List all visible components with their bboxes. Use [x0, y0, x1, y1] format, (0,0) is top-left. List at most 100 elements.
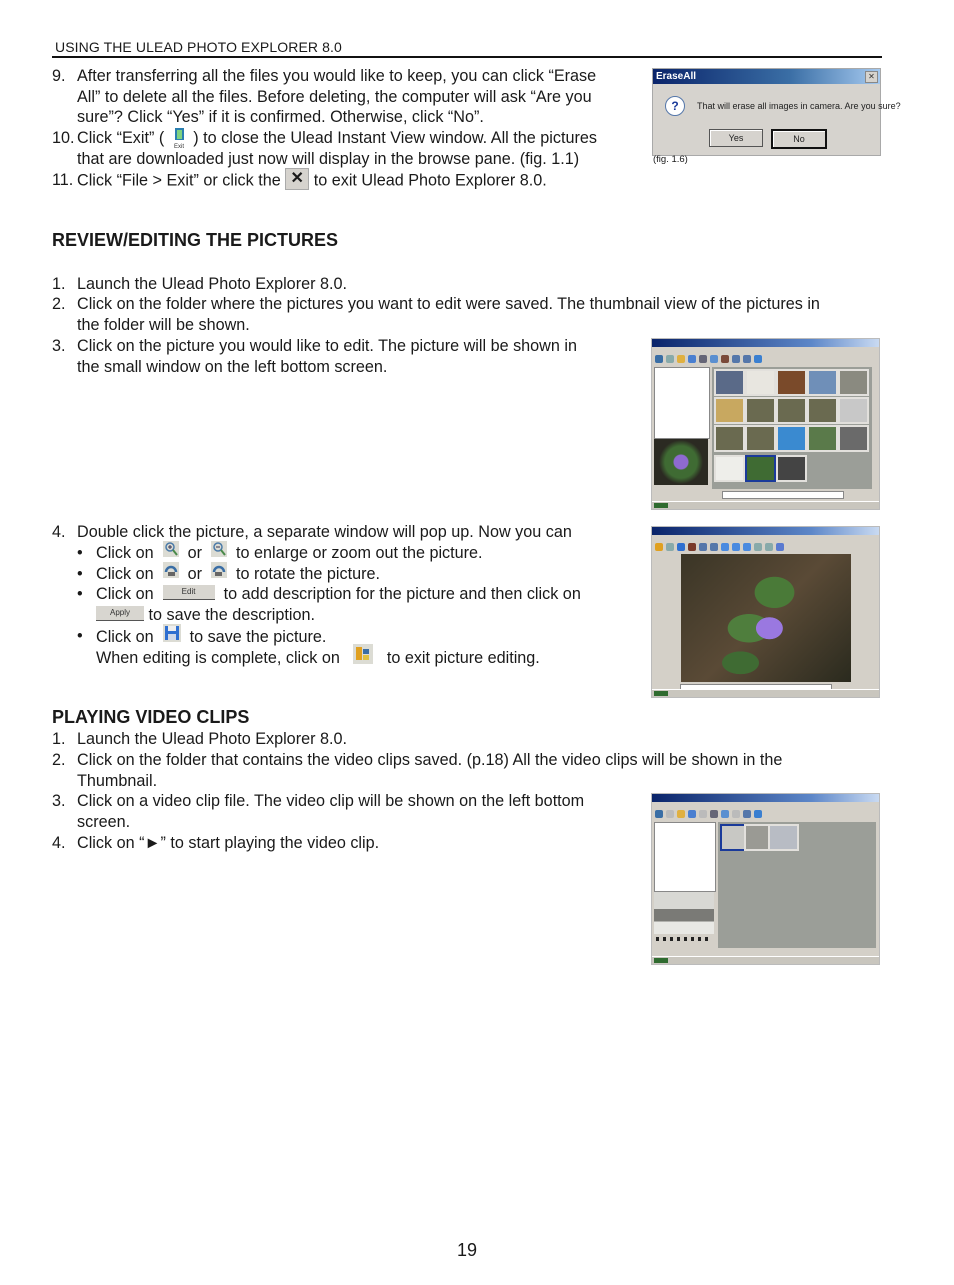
bullet-text: Click on	[96, 628, 154, 647]
bullet-text: Click on	[96, 585, 154, 603]
step-number: 1.	[52, 730, 66, 748]
step-text: ) to close the Ulead Instant View window…	[193, 129, 597, 147]
bullet-text: to rotate the picture.	[235, 565, 380, 584]
bullet-text: to save the picture.	[189, 628, 327, 647]
thumbnail	[745, 369, 776, 396]
bullet-text: to save the description.	[148, 606, 315, 624]
close-x-icon: ✕	[285, 168, 310, 190]
no-button[interactable]: No	[771, 129, 827, 149]
photo-explorer-video-screenshot	[651, 793, 880, 965]
header-rule	[52, 56, 882, 58]
preview-pane	[654, 439, 708, 485]
toolbar-icon	[776, 543, 784, 551]
folder-tree	[654, 822, 716, 892]
thumbnail	[714, 455, 745, 482]
thumbnail	[714, 369, 745, 396]
toolbar-icon	[721, 355, 729, 363]
window-title-bar	[652, 794, 879, 802]
apply-button-image: Apply	[96, 606, 144, 622]
toolbar-icon	[732, 543, 740, 551]
instruction-text: to exit picture editing.	[386, 649, 540, 668]
step-text-line: Click on “►” to start playing the video …	[77, 834, 380, 852]
thumbnail	[776, 455, 807, 482]
dialog-message: That will erase all images in camera. Ar…	[697, 101, 901, 111]
close-icon[interactable]: ✕	[865, 71, 878, 83]
start-button	[654, 691, 668, 696]
bullet-text: to add description for the picture and t…	[223, 585, 581, 603]
toolbar-icon	[765, 543, 773, 551]
toolbar-icon	[754, 810, 762, 818]
toolbar-icon	[666, 543, 674, 551]
thumbnail-grid	[712, 367, 872, 489]
video-preview-pane	[654, 892, 714, 934]
rotate-right-icon	[210, 562, 227, 584]
step-text-line: Thumbnail.	[77, 771, 158, 790]
start-button	[654, 503, 668, 508]
erase-all-dialog: EraseAll ✕ ? That will erase all images …	[652, 68, 901, 156]
thumbnail	[807, 369, 838, 396]
section-heading-review: REVIEW/EDITING THE PICTURES	[52, 230, 339, 250]
flower-photo	[681, 554, 851, 682]
window-toolbar	[652, 808, 879, 820]
step-number: 1.	[52, 275, 66, 293]
bullet-text: or	[187, 544, 202, 563]
bullet-text: Click on	[96, 565, 154, 584]
toolbar-icon	[699, 543, 707, 551]
section-heading-video: PLAYING VIDEO CLIPS	[52, 707, 250, 727]
step-text: to exit Ulead Photo Explorer 8.0.	[313, 171, 547, 190]
step-number: 4.	[52, 834, 66, 852]
toolbar-icon	[743, 810, 751, 818]
window-title-bar	[652, 339, 879, 347]
thumbnail	[776, 369, 807, 396]
step-text-line: Double click the picture, a separate win…	[77, 523, 572, 541]
toolbar-icon	[655, 543, 663, 551]
bullet-text: to enlarge or zoom out the picture.	[235, 544, 483, 563]
window-toolbar	[652, 353, 879, 365]
step-number: 2.	[52, 295, 66, 313]
thumbnail	[838, 397, 869, 424]
toolbar-icon	[732, 810, 740, 818]
toolbar-icon	[688, 810, 696, 818]
step-number: 3.	[52, 337, 66, 355]
description-field	[722, 491, 844, 499]
thumbnail	[776, 397, 807, 424]
toolbar-icon	[666, 355, 674, 363]
thumbnail	[807, 397, 838, 424]
running-header: USING THE ULEAD PHOTO EXPLORER 8.0	[55, 39, 342, 55]
toolbar-icon	[666, 810, 674, 818]
yes-button[interactable]: Yes	[709, 129, 763, 147]
video-thumbnail	[768, 824, 799, 851]
page-number: 19	[457, 1240, 478, 1260]
toolbar-icon	[699, 810, 707, 818]
save-icon	[162, 624, 181, 648]
rotate-left-icon	[162, 562, 179, 584]
exit-icon: Exit	[169, 127, 189, 150]
window-title-bar	[652, 527, 879, 535]
thumbnail	[838, 425, 869, 452]
window-toolbar	[652, 541, 879, 553]
toolbar-icon	[699, 355, 707, 363]
step-text: Click “File > Exit” or click the	[77, 171, 281, 190]
toolbar-icon	[754, 543, 762, 551]
thumbnail	[745, 397, 776, 424]
toolbar-icon	[721, 810, 729, 818]
question-icon: ?	[665, 96, 685, 116]
closing-instruction: When editing is complete, click on to ex…	[96, 644, 656, 672]
instruction-text: When editing is complete, click on	[96, 649, 340, 668]
toolbar-icon	[743, 355, 751, 363]
bullet-text: or	[187, 565, 202, 584]
toolbar-icon	[710, 810, 718, 818]
thumbnail	[745, 425, 776, 452]
toolbar-icon	[710, 355, 718, 363]
step-text-line: Click on the folder that contains the vi…	[77, 751, 783, 769]
toolbar-icon	[655, 810, 663, 818]
toolbar-icon	[754, 355, 762, 363]
toolbar-icon	[732, 355, 740, 363]
start-button	[654, 958, 668, 963]
step-text-line: the small window on the left bottom scre…	[77, 357, 388, 376]
step-text-line: Launch the Ulead Photo Explorer 8.0.	[77, 275, 347, 293]
thumbnail	[776, 425, 807, 452]
step-number: 3.	[52, 792, 66, 810]
bullet-dot: •	[77, 585, 83, 603]
bullet-dot: •	[77, 565, 83, 583]
